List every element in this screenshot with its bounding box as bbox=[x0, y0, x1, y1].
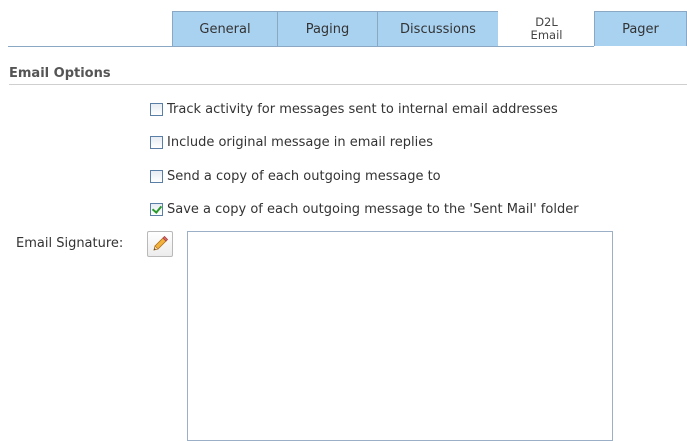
tab-bar-divider bbox=[8, 46, 594, 47]
email-signature-textarea[interactable] bbox=[187, 231, 613, 441]
include-original-label[interactable]: Include original message in email replie… bbox=[167, 135, 433, 150]
option-track-activity: Track activity for messages sent to inte… bbox=[150, 100, 558, 118]
tab-general-label: General bbox=[199, 21, 251, 37]
tab-discussions[interactable]: Discussions bbox=[377, 11, 499, 46]
tab-general[interactable]: General bbox=[172, 11, 278, 46]
section-title: Email Options bbox=[9, 66, 111, 81]
option-send-copy: Send a copy of each outgoing message to bbox=[150, 167, 441, 185]
edit-signature-button[interactable] bbox=[147, 231, 173, 257]
save-sent-label[interactable]: Save a copy of each outgoing message to … bbox=[167, 202, 579, 217]
send-copy-checkbox[interactable] bbox=[150, 169, 163, 183]
include-original-checkbox[interactable] bbox=[150, 135, 163, 149]
section-divider bbox=[9, 84, 687, 85]
pencil-icon bbox=[153, 235, 169, 251]
option-include-original: Include original message in email replie… bbox=[150, 133, 433, 151]
tab-pager-label: Pager bbox=[622, 21, 659, 37]
tab-d2l-email[interactable]: D2L Email bbox=[498, 11, 595, 47]
track-activity-label[interactable]: Track activity for messages sent to inte… bbox=[167, 102, 558, 117]
track-activity-checkbox[interactable] bbox=[150, 102, 163, 116]
tab-pager[interactable]: Pager bbox=[594, 11, 687, 46]
tab-bar: General Paging Discussions D2L Email Pag… bbox=[0, 11, 687, 47]
send-copy-label[interactable]: Send a copy of each outgoing message to bbox=[167, 169, 441, 184]
tab-paging[interactable]: Paging bbox=[277, 11, 378, 46]
tab-d2l-email-label: D2L Email bbox=[530, 15, 563, 42]
option-save-sent: Save a copy of each outgoing message to … bbox=[150, 200, 579, 218]
tab-discussions-label: Discussions bbox=[400, 21, 476, 37]
save-sent-checkbox[interactable] bbox=[150, 202, 163, 216]
tab-paging-label: Paging bbox=[305, 21, 350, 37]
email-signature-label: Email Signature: bbox=[16, 236, 124, 251]
